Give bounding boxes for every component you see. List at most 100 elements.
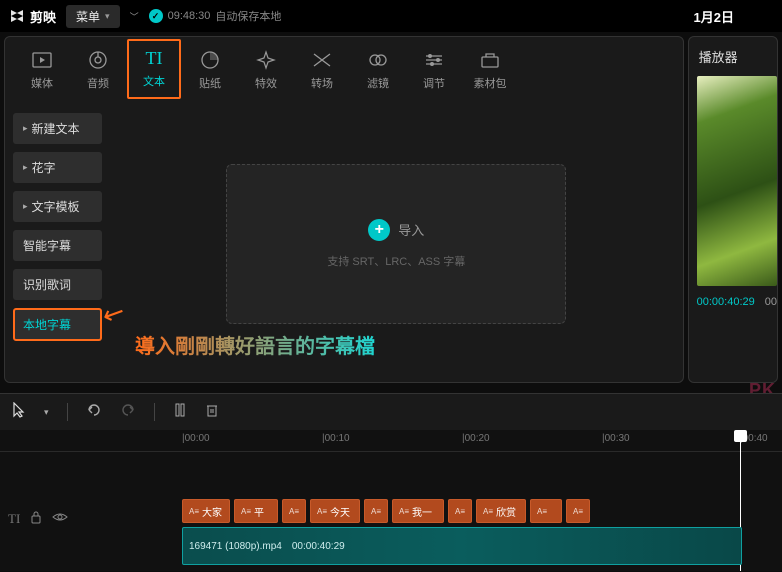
tab-label: 转场 [311, 75, 333, 91]
chevron-down-icon: ▾ [105, 11, 110, 22]
text-clip[interactable]: A≡我一 [392, 499, 444, 523]
tab-effect[interactable]: 特效 [239, 45, 293, 99]
history-chevron-icon[interactable]: ﹀ [130, 10, 139, 23]
timeline-panel: ▾ |00:00 |00:10 |00:20 |00:30 |00:40 TI [0, 393, 782, 571]
cat-text-template[interactable]: ▸ 文字模板 [13, 191, 102, 222]
left-panel: 媒体 音频 TI 文本 贴纸 特效 [4, 36, 684, 383]
content-row: ▸ 新建文本 ▸ 花字 ▸ 文字模板 智能字幕 识别歌词 本 [5, 105, 683, 382]
tab-label: 特效 [255, 75, 277, 91]
import-hint: 支持 SRT、LRC、ASS 字幕 [327, 253, 465, 269]
logo-icon [8, 7, 26, 25]
cat-local-subtitle[interactable]: 本地字幕 [13, 308, 102, 341]
tab-text[interactable]: TI 文本 [127, 39, 181, 99]
clip-a-icon: A≡ [189, 507, 199, 516]
check-icon: ✓ [149, 9, 163, 23]
text-track: A≡大家 A≡平 A≡ A≡今天 A≡ A≡我一 A≡ A≡欣赏 A≡ A≡ [182, 499, 590, 523]
ruler-tick: |00:20 [462, 433, 490, 444]
clip-a-icon: A≡ [573, 507, 583, 516]
caret-icon: ▸ [23, 201, 28, 212]
video-clip-duration: 00:00:40:29 [292, 541, 345, 552]
main-area: 媒体 音频 TI 文本 贴纸 特效 [0, 32, 782, 387]
autosave-text: 自动保存本地 [215, 8, 281, 24]
video-clip[interactable]: 169471 (1080p).mp4 00:00:40:29 [182, 527, 742, 565]
plus-icon: + [368, 219, 390, 241]
clip-a-icon: A≡ [455, 507, 465, 516]
tab-label: 滤镜 [367, 75, 389, 91]
cat-new-text[interactable]: ▸ 新建文本 [13, 113, 102, 144]
text-clip[interactable]: A≡ [364, 499, 388, 523]
cat-label: 新建文本 [32, 120, 80, 137]
text-clip[interactable]: A≡ [282, 499, 306, 523]
lock-icon[interactable] [30, 510, 42, 527]
app-logo: 剪映 [8, 7, 56, 26]
ruler-tick: |00:00 [182, 433, 210, 444]
date-label: 1月2日 [694, 7, 734, 26]
divider [154, 403, 155, 421]
text-clip[interactable]: A≡今天 [310, 499, 360, 523]
tab-label: 贴纸 [199, 75, 221, 91]
import-dropzone[interactable]: + 导入 支持 SRT、LRC、ASS 字幕 [226, 164, 566, 324]
cat-label: 识别歌词 [23, 276, 71, 293]
track-area: TI A≡大家 A≡平 A≡ A≡今天 A≡ A≡我一 A≡ A≡欣赏 A≡ A… [0, 452, 782, 572]
text-track-icon[interactable]: TI [8, 511, 20, 527]
media-icon [31, 49, 53, 71]
clip-a-icon: A≡ [241, 507, 251, 516]
app-name: 剪映 [30, 7, 56, 26]
tab-label: 素材包 [474, 75, 507, 91]
text-clip[interactable]: A≡欣赏 [476, 499, 526, 523]
menu-button[interactable]: 菜单 ▾ [66, 5, 120, 28]
text-clip[interactable]: A≡大家 [182, 499, 230, 523]
player-times: 00:00:40:29 00 [697, 296, 777, 308]
player-preview[interactable] [697, 76, 777, 286]
side-categories: ▸ 新建文本 ▸ 花字 ▸ 文字模板 智能字幕 识别歌词 本 [5, 105, 110, 382]
tab-label: 调节 [423, 75, 445, 91]
timeline-ruler[interactable]: |00:00 |00:10 |00:20 |00:30 |00:40 [0, 430, 782, 452]
clip-a-icon: A≡ [371, 507, 381, 516]
clip-a-icon: A≡ [537, 507, 547, 516]
text-clip[interactable]: A≡ [448, 499, 472, 523]
cat-fancy-text[interactable]: ▸ 花字 [13, 152, 102, 183]
player-panel: 播放器 00:00:40:29 00 [688, 36, 778, 383]
effect-icon [255, 49, 277, 71]
tab-label: 音频 [87, 75, 109, 91]
total-time: 00 [765, 296, 777, 308]
text-clip[interactable]: A≡ [530, 499, 562, 523]
tab-audio[interactable]: 音频 [71, 45, 125, 99]
import-button[interactable]: + 导入 [368, 219, 424, 241]
adjust-icon [423, 49, 445, 71]
tab-adjust[interactable]: 调节 [407, 45, 461, 99]
tab-filter[interactable]: 滤镜 [351, 45, 405, 99]
clip-a-icon: A≡ [399, 507, 409, 516]
text-clip[interactable]: A≡平 [234, 499, 278, 523]
current-time: 00:00:40:29 [697, 296, 755, 308]
caret-icon: ▸ [23, 123, 28, 134]
cat-label: 智能字幕 [23, 237, 71, 254]
tab-media[interactable]: 媒体 [15, 45, 69, 99]
autosave-status: ✓ 09:48:30 自动保存本地 [149, 8, 282, 24]
sticker-icon [199, 49, 221, 71]
cat-lyrics[interactable]: 识别歌词 [13, 269, 102, 300]
pointer-tool-icon[interactable] [12, 402, 26, 423]
caret-icon: ▸ [23, 162, 28, 173]
clip-a-icon: A≡ [289, 507, 299, 516]
center-area: + 导入 支持 SRT、LRC、ASS 字幕 [110, 105, 683, 382]
tab-transition[interactable]: 转场 [295, 45, 349, 99]
chevron-down-icon[interactable]: ▾ [44, 407, 49, 418]
split-icon[interactable] [173, 402, 187, 423]
text-clip[interactable]: A≡ [566, 499, 590, 523]
undo-icon[interactable] [86, 403, 102, 422]
tab-label: 文本 [143, 73, 165, 89]
import-label: 导入 [398, 220, 424, 239]
cat-smart-subtitle[interactable]: 智能字幕 [13, 230, 102, 261]
text-icon: TI [143, 47, 165, 69]
ruler-tick: |00:30 [602, 433, 630, 444]
divider [67, 403, 68, 421]
redo-icon[interactable] [120, 403, 136, 422]
tab-sticker[interactable]: 贴纸 [183, 45, 237, 99]
tab-label: 媒体 [31, 75, 53, 91]
eye-icon[interactable] [52, 511, 68, 526]
autosave-time: 09:48:30 [168, 10, 211, 22]
tab-assets[interactable]: 素材包 [463, 45, 517, 99]
delete-icon[interactable] [205, 402, 219, 423]
cat-label: 本地字幕 [23, 316, 71, 333]
